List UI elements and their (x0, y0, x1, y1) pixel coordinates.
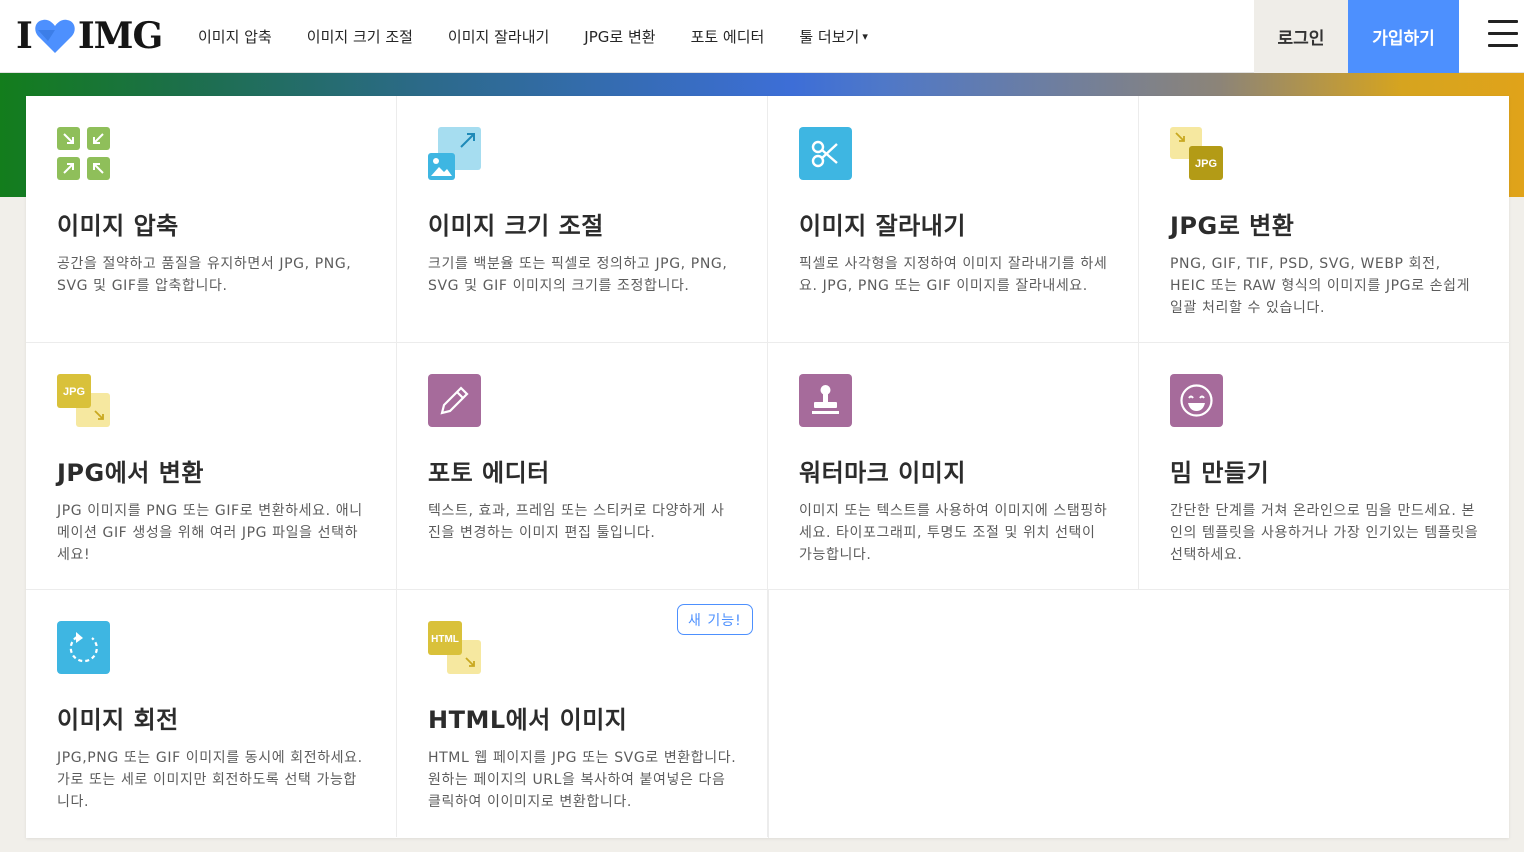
tool-title: 이미지 크기 조절 (428, 212, 604, 240)
tool-description: HTML 웹 페이지를 JPG 또는 SVG로 변환합니다. 원하는 페이지의 … (428, 750, 737, 810)
nav-crop[interactable]: 이미지 잘라내기 (448, 26, 549, 47)
nav-label: 포토 에디터 (690, 28, 765, 46)
tool-description: PNG, GIF, TIF, PSD, SVG, WEBP 회전, HEIC 또… (1170, 256, 1471, 316)
stamp-icon (799, 374, 852, 427)
caret-down-icon: ▾ (862, 30, 868, 43)
compress-icon (57, 127, 110, 180)
tool-title: HTML에서 이미지 (428, 706, 628, 734)
tools-grid: 이미지 압축 공간을 절약하고 품질을 유지하면서 JPG, PNG, SVG … (26, 96, 1510, 838)
tool-description: 크기를 백분율 또는 픽셀로 정의하고 JPG, PNG, SVG 및 GIF … (428, 256, 728, 294)
tool-description: 공간을 절약하고 품질을 유지하면서 JPG, PNG, SVG 및 GIF를 … (57, 256, 352, 294)
nav-label: 이미지 잘라내기 (447, 28, 550, 46)
main-nav: 이미지 압축 이미지 크기 조절 이미지 잘라내기 JPG로 변환 포토 에디터… (198, 0, 903, 73)
tool-card-meme[interactable]: 밈 만들기 간단한 단계를 거쳐 온라인으로 밈을 만드세요. 본인의 템플릿을… (1139, 343, 1510, 590)
nav-more-tools[interactable]: 툴 더보기 ▾ (799, 26, 868, 47)
tool-title: 이미지 압축 (57, 212, 179, 240)
html-to-image-icon: HTML (428, 621, 481, 674)
tool-title: 이미지 잘라내기 (799, 212, 966, 240)
tool-title: 밈 만들기 (1170, 459, 1270, 487)
scissors-icon (799, 127, 852, 180)
nav-label: 이미지 크기 조절 (306, 28, 413, 46)
heart-icon (35, 19, 75, 54)
nav-label: JPG로 변환 (584, 28, 656, 46)
tool-card-convert-from-jpg[interactable]: JPG JPG에서 변환 JPG 이미지를 PNG 또는 GIF로 변환하세요.… (26, 343, 397, 590)
tool-title: 이미지 회전 (57, 706, 179, 734)
logo[interactable]: I IMG (16, 15, 163, 57)
pencil-icon (428, 374, 481, 427)
tool-description: 픽셀로 사각형을 지정하여 이미지 잘라내기를 하세요. JPG, PNG 또는… (799, 256, 1108, 294)
svg-text:HTML: HTML (431, 634, 459, 645)
tool-description: 간단한 단계를 거쳐 온라인으로 밈을 만드세요. 본인의 템플릿을 사용하거나… (1170, 503, 1479, 563)
tool-card-html-to-image[interactable]: HTML HTML에서 이미지 HTML 웹 페이지를 JPG 또는 SVG로 … (397, 590, 768, 837)
logo-text-img: IMG (77, 15, 163, 57)
nav-label: 이미지 압축 (198, 28, 272, 46)
tool-title: JPG로 변환 (1170, 212, 1295, 240)
tool-card-compress[interactable]: 이미지 압축 공간을 절약하고 품질을 유지하면서 JPG, PNG, SVG … (26, 96, 397, 343)
svg-text:JPG: JPG (63, 386, 85, 398)
meme-face-icon (1170, 374, 1223, 427)
convert-to-jpg-icon: JPG (1170, 127, 1223, 180)
nav-label: 툴 더보기 (799, 28, 860, 46)
tool-description: JPG,PNG 또는 GIF 이미지를 동시에 회전하세요. 가로 또는 세로 … (57, 750, 363, 810)
tool-description: 이미지 또는 텍스트를 사용하여 이미지에 스탬핑하세요. 타이포그래피, 투명… (799, 503, 1108, 563)
nav-resize[interactable]: 이미지 크기 조절 (307, 26, 413, 47)
svg-text:JPG: JPG (1195, 158, 1217, 170)
tool-card-watermark[interactable]: 워터마크 이미지 이미지 또는 텍스트를 사용하여 이미지에 스탬핑하세요. 타… (768, 343, 1139, 590)
logo-letter-i: I (16, 15, 33, 57)
hamburger-menu-icon[interactable] (1480, 20, 1524, 54)
rotate-icon (57, 621, 110, 674)
tool-card-resize[interactable]: 이미지 크기 조절 크기를 백분율 또는 픽셀로 정의하고 JPG, PNG, … (397, 96, 768, 343)
tool-title: 포토 에디터 (428, 459, 550, 487)
tool-card-rotate[interactable]: 이미지 회전 JPG,PNG 또는 GIF 이미지를 동시에 회전하세요. 가로… (26, 590, 397, 837)
empty-cell (768, 590, 1509, 838)
tool-card-photo-editor[interactable]: 포토 에디터 텍스트, 효과, 프레임 또는 스티커로 다양하게 사진을 변경하… (397, 343, 768, 590)
top-navigation-bar: I IMG 이미지 압축 이미지 크기 조절 이미지 잘라내기 JPG로 변환 … (0, 0, 1524, 73)
new-feature-badge: 새 기능! (677, 604, 753, 635)
nav-photo-editor[interactable]: 포토 에디터 (691, 26, 765, 47)
tool-title: 워터마크 이미지 (799, 459, 966, 487)
nav-convert-to-jpg[interactable]: JPG로 변환 (584, 26, 655, 47)
tool-title: JPG에서 변환 (57, 459, 204, 487)
tool-card-convert-to-jpg[interactable]: JPG JPG로 변환 PNG, GIF, TIF, PSD, SVG, WEB… (1139, 96, 1510, 343)
tool-card-crop[interactable]: 이미지 잘라내기 픽셀로 사각형을 지정하여 이미지 잘라내기를 하세요. JP… (768, 96, 1139, 343)
resize-icon (428, 127, 481, 180)
signup-button[interactable]: 가입하기 (1348, 0, 1459, 73)
tool-description: 텍스트, 효과, 프레임 또는 스티커로 다양하게 사진을 변경하는 이미지 편… (428, 503, 725, 541)
nav-compress[interactable]: 이미지 압축 (198, 26, 272, 47)
tool-description: JPG 이미지를 PNG 또는 GIF로 변환하세요. 애니메이션 GIF 생성… (57, 503, 363, 563)
convert-from-jpg-icon: JPG (57, 374, 110, 427)
login-button[interactable]: 로그인 (1254, 0, 1348, 73)
